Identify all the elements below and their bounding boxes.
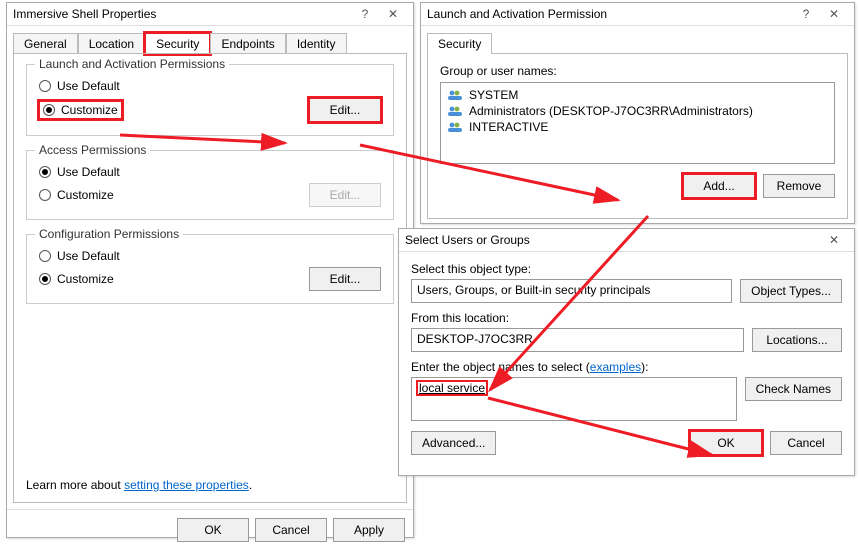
- radio-label: Customize: [57, 272, 114, 286]
- add-button[interactable]: Add...: [683, 174, 755, 198]
- radio-label: Use Default: [57, 79, 120, 93]
- learn-more-prefix: Learn more about: [26, 478, 124, 492]
- launch-edit-button[interactable]: Edit...: [309, 98, 381, 122]
- radio-label: Use Default: [57, 165, 120, 179]
- access-edit-button: Edit...: [309, 183, 381, 207]
- launch-customize-row[interactable]: Customize: [39, 101, 122, 119]
- entered-name: local service: [417, 381, 487, 395]
- tab-strip: General Location Security Endpoints Iden…: [7, 26, 413, 53]
- radio-icon: [43, 104, 55, 116]
- tab-strip: Security: [421, 26, 854, 53]
- learn-more: Learn more about setting these propertie…: [26, 478, 252, 492]
- list-item[interactable]: Administrators (DESKTOP-J7OC3RR\Administ…: [445, 103, 830, 119]
- window-title: Immersive Shell Properties: [13, 7, 351, 21]
- config-permissions-group: Configuration Permissions Use Default Cu…: [26, 234, 394, 304]
- dialog-button-row: OK Cancel Apply: [7, 509, 413, 550]
- close-icon[interactable]: ✕: [820, 233, 848, 247]
- titlebar: Select Users or Groups ✕: [399, 229, 854, 252]
- object-type-label: Select this object type:: [411, 262, 842, 276]
- object-types-button[interactable]: Object Types...: [740, 279, 842, 303]
- config-customize-row[interactable]: Customize: [39, 272, 114, 286]
- window-title: Launch and Activation Permission: [427, 7, 792, 21]
- help-icon[interactable]: ?: [351, 7, 379, 21]
- radio-label: Customize: [61, 103, 118, 117]
- help-icon[interactable]: ?: [792, 7, 820, 21]
- radio-icon: [39, 80, 51, 92]
- radio-icon: [39, 166, 51, 178]
- tab-body: Group or user names: SYSTEM Administrato…: [427, 53, 848, 219]
- tab-endpoints[interactable]: Endpoints: [210, 33, 285, 54]
- radio-icon: [39, 273, 51, 285]
- permission-dialog: Launch and Activation Permission ? ✕ Sec…: [420, 2, 855, 224]
- group-legend: Configuration Permissions: [35, 227, 183, 241]
- ok-button[interactable]: OK: [690, 431, 762, 455]
- tab-security[interactable]: Security: [427, 33, 492, 54]
- object-names-label: Enter the object names to select (exampl…: [411, 360, 842, 374]
- tab-general[interactable]: General: [13, 33, 78, 54]
- cancel-button[interactable]: Cancel: [770, 431, 842, 455]
- users-icon: [447, 105, 463, 117]
- select-users-dialog: Select Users or Groups ✕ Select this obj…: [398, 228, 855, 476]
- users-icon: [447, 121, 463, 133]
- close-icon[interactable]: ✕: [820, 7, 848, 21]
- users-icon: [447, 89, 463, 101]
- tab-location[interactable]: Location: [78, 33, 145, 54]
- group-label: Group or user names:: [440, 64, 835, 78]
- check-names-button[interactable]: Check Names: [745, 377, 842, 401]
- list-item[interactable]: SYSTEM: [445, 87, 830, 103]
- object-type-field: Users, Groups, or Built-in security prin…: [411, 279, 732, 303]
- properties-dialog: Immersive Shell Properties ? ✕ General L…: [6, 2, 414, 538]
- access-use-default-row[interactable]: Use Default: [39, 165, 381, 179]
- radio-label: Use Default: [57, 249, 120, 263]
- list-item-label: SYSTEM: [469, 88, 518, 102]
- location-field: DESKTOP-J7OC3RR: [411, 328, 744, 352]
- ok-button[interactable]: OK: [177, 518, 249, 542]
- group-legend: Launch and Activation Permissions: [35, 57, 229, 71]
- access-customize-row[interactable]: Customize: [39, 188, 114, 202]
- advanced-button[interactable]: Advanced...: [411, 431, 496, 455]
- config-edit-button[interactable]: Edit...: [309, 267, 381, 291]
- window-title: Select Users or Groups: [405, 233, 820, 247]
- close-icon[interactable]: ✕: [379, 7, 407, 21]
- learn-more-link[interactable]: setting these properties: [124, 478, 249, 492]
- group-legend: Access Permissions: [35, 143, 150, 157]
- titlebar: Launch and Activation Permission ? ✕: [421, 3, 854, 26]
- apply-button[interactable]: Apply: [333, 518, 405, 542]
- object-names-input[interactable]: local service: [411, 377, 737, 421]
- titlebar: Immersive Shell Properties ? ✕: [7, 3, 413, 26]
- list-item-label: INTERACTIVE: [469, 120, 548, 134]
- access-permissions-group: Access Permissions Use Default Customize…: [26, 150, 394, 220]
- remove-button[interactable]: Remove: [763, 174, 835, 198]
- tab-security[interactable]: Security: [145, 33, 210, 54]
- radio-icon: [39, 189, 51, 201]
- cancel-button[interactable]: Cancel: [255, 518, 327, 542]
- launch-use-default-row[interactable]: Use Default: [39, 79, 381, 93]
- list-item[interactable]: INTERACTIVE: [445, 119, 830, 135]
- config-use-default-row[interactable]: Use Default: [39, 249, 381, 263]
- tab-identity[interactable]: Identity: [286, 33, 347, 54]
- tab-body: Launch and Activation Permissions Use De…: [13, 53, 407, 503]
- location-label: From this location:: [411, 311, 842, 325]
- radio-label: Customize: [57, 188, 114, 202]
- examples-link[interactable]: examples: [590, 360, 641, 374]
- launch-permissions-group: Launch and Activation Permissions Use De…: [26, 64, 394, 136]
- radio-icon: [39, 250, 51, 262]
- user-listbox[interactable]: SYSTEM Administrators (DESKTOP-J7OC3RR\A…: [440, 82, 835, 164]
- locations-button[interactable]: Locations...: [752, 328, 842, 352]
- list-item-label: Administrators (DESKTOP-J7OC3RR\Administ…: [469, 104, 753, 118]
